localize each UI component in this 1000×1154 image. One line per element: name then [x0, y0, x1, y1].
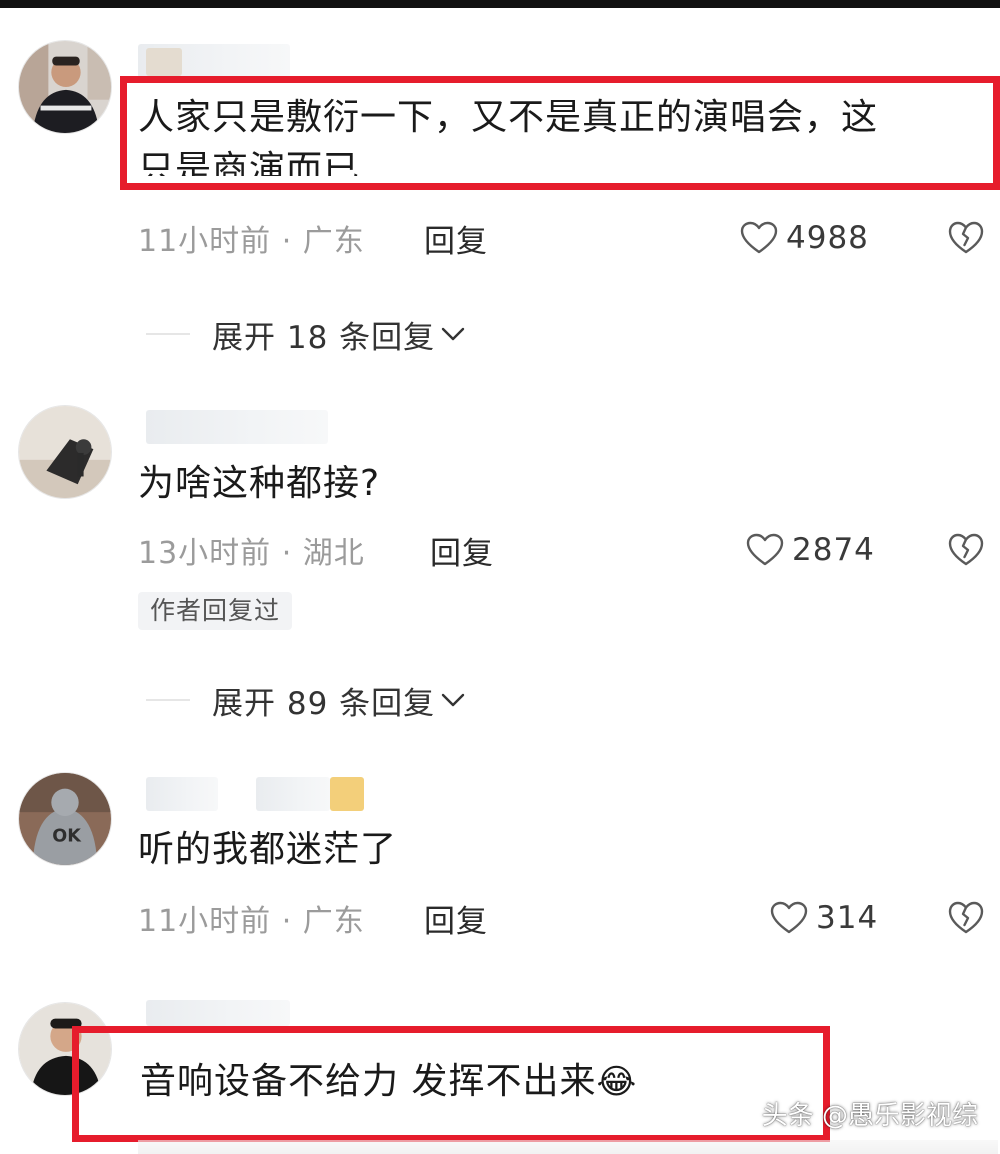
comment-meta: 13小时前 · 湖北 — [138, 528, 365, 572]
like-button[interactable]: 314 — [770, 896, 878, 940]
avatar-dark-object — [19, 406, 111, 498]
like-count: 4988 — [786, 220, 869, 256]
comment-location: 湖北 — [302, 536, 365, 571]
author-replied-badge: 作者回复过 — [138, 592, 293, 630]
comment-text: 为啥这种都接? — [138, 463, 381, 504]
laughing-tears-emoji: 😂 — [596, 1062, 638, 1102]
comment-time: 11小时前 — [138, 904, 272, 939]
like-count: 2874 — [792, 532, 875, 568]
meta-separator: · — [271, 224, 303, 259]
username-blurred[interactable] — [146, 777, 218, 811]
comment-location: 广东 — [302, 904, 365, 939]
heart-outline-icon — [746, 533, 784, 566]
avatar[interactable] — [18, 405, 112, 499]
svg-text:OK: OK — [52, 827, 82, 847]
heart-outline-icon — [770, 901, 808, 934]
username-blurred-part — [256, 777, 330, 811]
reply-button[interactable]: 回复 — [424, 896, 488, 941]
username-blurred[interactable] — [146, 1000, 290, 1026]
watermark: 头条 @愚乐影视综 — [761, 1101, 978, 1131]
expand-replies-label: 展开 18 条回复 — [212, 319, 436, 356]
meta-separator: · — [271, 536, 303, 571]
meta-separator: · — [271, 904, 303, 939]
username-emoji-blur — [330, 777, 364, 811]
comment-text: 听的我都迷茫了 — [138, 829, 398, 870]
comment-meta: 11小时前 · 广东 — [138, 896, 365, 940]
username-blurred[interactable] — [146, 410, 328, 444]
heart-outline-icon — [740, 221, 778, 254]
comment-list-screenshot: 人家只是敷衍一下，又不是真正的演唱会，这 只是商演而已 11小时前 · 广东 回… — [0, 0, 1000, 1154]
avatar[interactable] — [18, 40, 112, 134]
like-count: 314 — [816, 900, 879, 936]
username-blur-patch — [146, 48, 182, 76]
comment-meta: 11小时前 · 广东 — [138, 216, 365, 260]
broken-heart-icon[interactable] — [948, 901, 984, 935]
reply-button[interactable]: 回复 — [424, 216, 488, 261]
expand-replies-button[interactable]: 展开 89 条回复 — [146, 678, 467, 722]
avatar-gray-hoodie: OK — [19, 773, 111, 865]
expand-divider — [146, 333, 190, 335]
reply-button[interactable]: 回复 — [430, 528, 494, 573]
next-row-partial — [138, 1140, 998, 1154]
chevron-down-icon — [441, 327, 465, 341]
comment-time: 13小时前 — [138, 536, 272, 571]
top-edge-bar — [0, 0, 1000, 8]
expand-replies-label: 展开 89 条回复 — [212, 685, 436, 722]
expand-replies-button[interactable]: 展开 18 条回复 — [146, 312, 467, 356]
comment-location: 广东 — [302, 224, 365, 259]
comment-text: 音响设备不给力 发挥不出来😂 — [140, 1058, 637, 1106]
comment-time: 11小时前 — [138, 224, 272, 259]
comment-text-body: 音响设备不给力 发挥不出来 — [140, 1061, 597, 1102]
like-button[interactable]: 2874 — [746, 528, 875, 572]
red-highlight-box — [120, 76, 1000, 190]
chevron-down-icon — [441, 693, 465, 707]
expand-divider — [146, 699, 190, 701]
like-button[interactable]: 4988 — [740, 216, 869, 260]
avatar[interactable]: OK — [18, 772, 112, 866]
broken-heart-icon[interactable] — [948, 221, 984, 255]
broken-heart-icon[interactable] — [948, 533, 984, 567]
avatar-man-dark-jacket — [19, 41, 111, 133]
